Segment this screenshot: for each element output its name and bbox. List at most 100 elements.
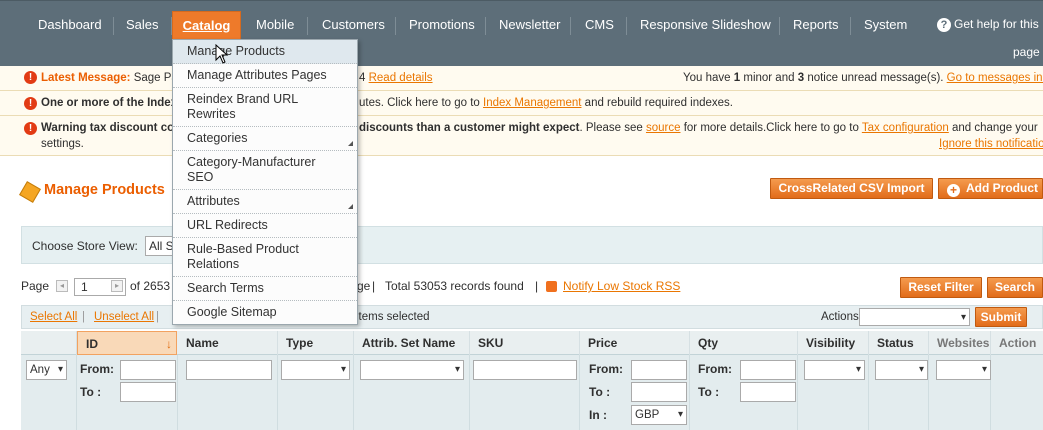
add-product-button[interactable]: + Add Product	[938, 178, 1043, 199]
index-message-end: and rebuild required indexes.	[584, 97, 733, 109]
reset-filter-button[interactable]: Reset Filter	[900, 277, 982, 298]
unread-suffix: notice unread message(s).	[807, 72, 944, 84]
websites-filter-select[interactable]	[936, 360, 991, 380]
column-visibility[interactable]: Visibility	[798, 331, 869, 355]
sku-filter-input[interactable]	[473, 360, 577, 380]
index-message-bold: One or more of the Index	[41, 97, 178, 109]
menu-item-manage-attributes-pages[interactable]: Manage Attributes Pages	[173, 64, 357, 88]
notify-low-stock-rss-link[interactable]: Notify Low Stock RSS	[563, 276, 680, 296]
grid-header-row: ID ↓ Name Type Attrib. Set Name SKU Price…	[21, 331, 1043, 355]
tax-warning-mid2: for more details.Click here to go to	[683, 122, 859, 134]
nav-system[interactable]: System	[864, 11, 907, 41]
id-to-input[interactable]	[120, 382, 176, 402]
price-to-input[interactable]	[631, 382, 687, 402]
nav-newsletter[interactable]: Newsletter	[499, 11, 560, 41]
currency-select[interactable]: GBP	[631, 405, 687, 425]
read-details-link[interactable]: Read details	[369, 72, 433, 84]
menu-item-url-redirects[interactable]: URL Redirects	[173, 214, 357, 238]
column-action: Action	[999, 336, 1037, 350]
price-to-label: To :	[589, 385, 611, 399]
type-filter-select[interactable]	[281, 360, 350, 380]
next-page-icon[interactable]: ▸	[111, 280, 123, 292]
product-box-icon	[19, 181, 41, 203]
tax-warning-mid: . Please see	[579, 122, 643, 134]
actions-select[interactable]: ▾	[859, 308, 970, 326]
column-price[interactable]: Price	[580, 331, 690, 355]
unread-prefix: You have	[683, 72, 731, 84]
go-to-inbox-link[interactable]: Go to messages inbox	[947, 72, 1043, 84]
nav-separator	[850, 17, 851, 35]
sort-arrow-icon: ↓	[166, 337, 172, 351]
select-all-link[interactable]: Select All	[30, 306, 77, 328]
column-id[interactable]: ID ↓	[77, 331, 177, 355]
nav-promotions[interactable]: Promotions	[409, 11, 475, 41]
attrib-set-filter-select[interactable]	[360, 360, 464, 380]
nav-separator	[570, 17, 571, 35]
nav-reports[interactable]: Reports	[793, 11, 839, 41]
tax-warning-bold2: discounts than a customer might expect	[359, 122, 580, 134]
menu-item-rule-based-product-relations[interactable]: Rule-Based Product Relations	[173, 238, 357, 277]
nav-catalog[interactable]: Catalog	[172, 11, 241, 40]
tax-configuration-link[interactable]: Tax configuration	[862, 122, 949, 134]
select-any-filter[interactable]: Any	[26, 360, 67, 380]
help-text: Get help for this	[954, 17, 1039, 31]
unread-minor-count: 1	[733, 72, 741, 84]
store-view-label: Choose Store View:	[32, 239, 138, 253]
total-records-text: Total 53053 records found	[385, 279, 524, 293]
visibility-filter-select[interactable]	[804, 360, 865, 380]
error-icon: !	[24, 97, 37, 110]
menu-item-google-sitemap[interactable]: Google Sitemap	[173, 301, 357, 324]
plus-icon: +	[947, 184, 960, 197]
column-attrib-set[interactable]: Attrib. Set Name	[354, 331, 470, 355]
menu-item-reindex-brand-url-rewrites[interactable]: Reindex Brand URL Rewrites	[173, 88, 357, 127]
qty-to-label: To :	[698, 385, 720, 399]
nav-separator	[485, 17, 486, 35]
nav-mobile[interactable]: Mobile	[256, 11, 294, 41]
add-product-label: Add Product	[966, 181, 1038, 195]
menu-item-attributes[interactable]: Attributes	[173, 190, 357, 214]
id-to-label: To :	[80, 385, 102, 399]
unread-mid: minor and	[743, 72, 795, 84]
error-icon: !	[24, 71, 37, 84]
nav-separator	[307, 17, 308, 35]
qty-from-input[interactable]	[740, 360, 796, 380]
column-type[interactable]: Type	[278, 331, 354, 355]
ignore-notification-link[interactable]: Ignore this notification	[939, 136, 1043, 152]
qty-to-input[interactable]	[740, 382, 796, 402]
status-filter-select[interactable]	[875, 360, 928, 380]
unselect-all-link[interactable]: Unselect All	[94, 306, 154, 328]
nav-cms[interactable]: CMS	[585, 11, 614, 41]
latest-message-label: Latest Message:	[41, 72, 131, 84]
price-in-label: In :	[589, 408, 607, 422]
source-link[interactable]: source	[646, 122, 681, 134]
prev-page-icon[interactable]: ◂	[56, 280, 68, 292]
top-navigation: Dashboard Sales Catalog Mobile Customers…	[0, 0, 1043, 66]
help-link[interactable]: ? Get help for this page	[937, 17, 1043, 59]
crossrelated-csv-import-button[interactable]: CrossRelated CSV Import	[770, 178, 933, 199]
nav-dashboard[interactable]: Dashboard	[38, 11, 102, 41]
index-management-link[interactable]: Index Management	[483, 97, 581, 109]
nav-responsive-slideshow[interactable]: Responsive Slideshow	[640, 11, 771, 41]
nav-separator	[626, 17, 627, 35]
column-websites[interactable]: Websites	[929, 331, 991, 355]
submit-button[interactable]: Submit	[975, 307, 1027, 327]
grid-filter-row: Any From: To : From: To : In : GBP From:…	[21, 355, 1043, 430]
price-from-input[interactable]	[631, 360, 687, 380]
column-qty[interactable]: Qty	[690, 331, 798, 355]
id-from-input[interactable]	[120, 360, 176, 380]
latest-message-fragment: 4	[359, 72, 366, 84]
column-status[interactable]: Status	[869, 331, 929, 355]
nav-sales[interactable]: Sales	[126, 11, 159, 41]
menu-item-category-manufacturer-seo[interactable]: Category-Manufacturer SEO	[173, 151, 357, 190]
column-select	[21, 331, 77, 355]
search-button[interactable]: Search	[987, 277, 1043, 298]
nav-customers[interactable]: Customers	[322, 11, 385, 41]
latest-message-bar: ! Latest Message: Sage Pa 4 Read details…	[0, 66, 1043, 91]
menu-item-categories[interactable]: Categories	[173, 127, 357, 151]
index-message-text: utes. Click here to go to	[359, 97, 480, 109]
menu-item-search-terms[interactable]: Search Terms	[173, 277, 357, 301]
column-name[interactable]: Name	[178, 331, 278, 355]
column-sku[interactable]: SKU	[470, 331, 580, 355]
name-filter-input[interactable]	[186, 360, 272, 380]
menu-item-manage-products[interactable]: Manage Products	[173, 40, 357, 64]
